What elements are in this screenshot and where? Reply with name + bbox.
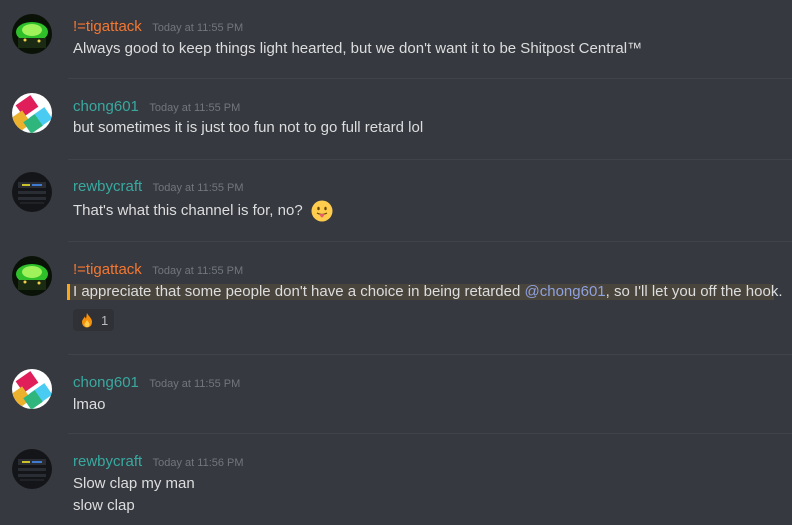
message-text: slow clap — [73, 497, 135, 514]
avatar[interactable] — [12, 172, 52, 212]
message-header: !=tigattack Today at 11:55 PM — [73, 261, 243, 279]
message-text: Always good to keep things light hearted… — [73, 40, 643, 57]
message-text: I appreciate that some people don't have… — [73, 282, 783, 302]
reaction-count: 1 — [101, 312, 109, 328]
message-text: That's what this channel is for, no? — [73, 200, 333, 222]
username[interactable]: chong601 — [73, 374, 139, 391]
message-group: chong601 Today at 11:55 PM lmao — [0, 355, 792, 433]
message-group: rewbycraft Today at 11:56 PM Slow clap m… — [0, 434, 792, 525]
timestamp: Today at 11:55 PM — [152, 22, 244, 34]
username[interactable]: chong601 — [73, 98, 139, 115]
message-text: Slow clap my man — [73, 475, 195, 492]
user-mention[interactable]: @chong601 — [525, 283, 606, 300]
message-header: chong601 Today at 11:55 PM — [73, 374, 240, 392]
username[interactable]: !=tigattack — [73, 261, 142, 278]
fire-emoji — [79, 312, 95, 328]
timestamp: Today at 11:55 PM — [149, 102, 241, 114]
message-text: lmao — [73, 396, 106, 413]
timestamp: Today at 11:55 PM — [152, 182, 244, 194]
username[interactable]: !=tigattack — [73, 18, 142, 35]
message-group: rewbycraft Today at 11:55 PM That's what… — [0, 160, 792, 241]
timestamp: Today at 11:55 PM — [149, 378, 241, 390]
username[interactable]: rewbycraft — [73, 453, 142, 470]
message-header: rewbycraft Today at 11:55 PM — [73, 178, 244, 196]
message-header: !=tigattack Today at 11:55 PM — [73, 18, 243, 36]
stuck-out-tongue-emoji — [311, 200, 333, 222]
avatar[interactable] — [12, 449, 52, 489]
avatar[interactable] — [12, 256, 52, 296]
message-group: chong601 Today at 11:55 PM but sometimes… — [0, 79, 792, 159]
message-group: !=tigattack Today at 11:55 PM Always goo… — [0, 0, 792, 78]
reaction-button[interactable]: 1 — [73, 309, 115, 331]
message-text-before: I appreciate that some people don't have… — [73, 283, 525, 300]
message-group: !=tigattack Today at 11:55 PM I apprecia… — [0, 242, 792, 354]
avatar[interactable] — [12, 93, 52, 133]
chat-message-list: !=tigattack Today at 11:55 PM Always goo… — [0, 0, 792, 525]
timestamp: Today at 11:55 PM — [152, 265, 244, 277]
avatar[interactable] — [12, 369, 52, 409]
message-text-after: , so I'll let you off the hook. — [605, 283, 783, 300]
username[interactable]: rewbycraft — [73, 178, 142, 195]
avatar[interactable] — [12, 14, 52, 54]
message-text: but sometimes it is just too fun not to … — [73, 119, 424, 136]
message-header: chong601 Today at 11:55 PM — [73, 98, 240, 116]
message-text-content: That's what this channel is for, no? — [73, 201, 303, 219]
timestamp: Today at 11:56 PM — [152, 457, 244, 469]
message-header: rewbycraft Today at 11:56 PM — [73, 453, 244, 471]
